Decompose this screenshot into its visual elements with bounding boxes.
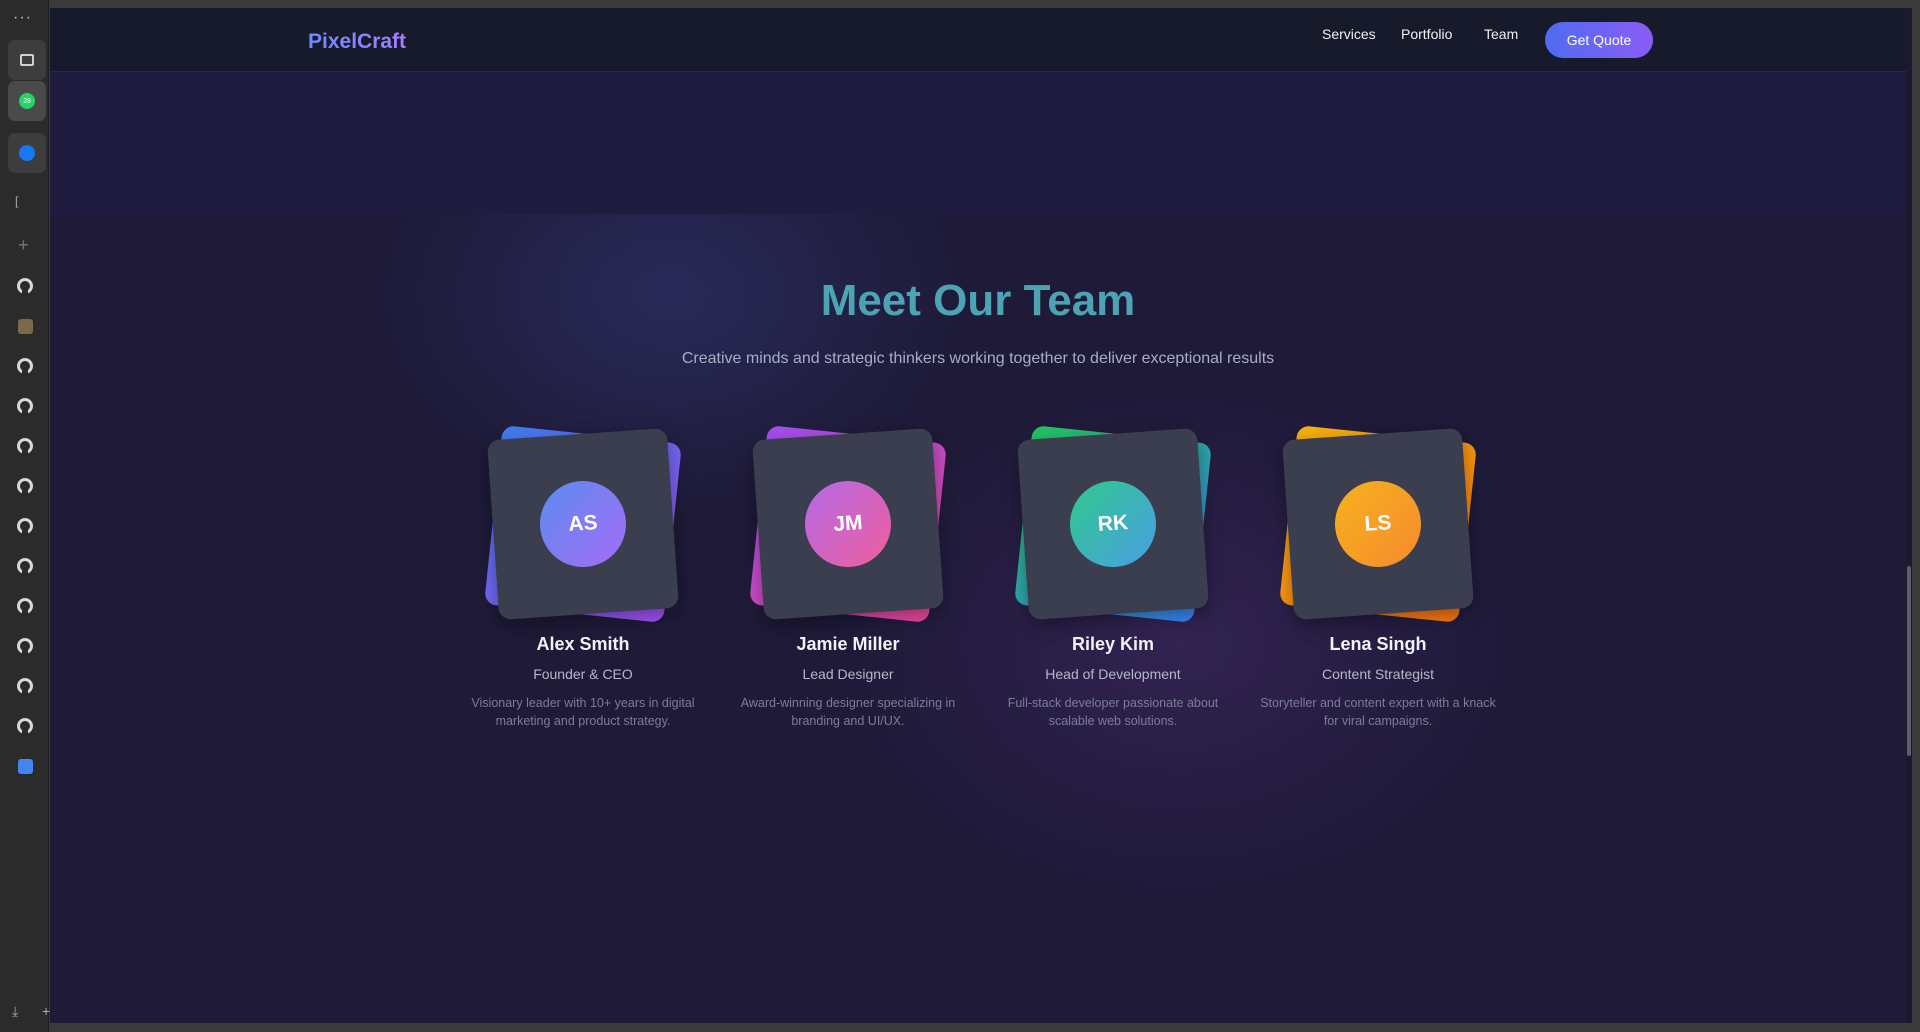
team-card: JM Jamie Miller Lead Designer Award-winn… xyxy=(728,425,968,754)
team-card: RK Riley Kim Head of Development Full-st… xyxy=(993,425,1233,754)
avatar: AS xyxy=(537,478,629,570)
browser-sidebar: ··· 28 [ + ⤓ + xyxy=(0,0,50,1032)
add-icon[interactable]: + xyxy=(42,1003,50,1019)
new-tab-icon[interactable]: + xyxy=(18,236,29,254)
member-bio: Full-stack developer passionate about sc… xyxy=(1007,696,1219,728)
web-viewport: PixelCraft Services Portfolio Team Get Q… xyxy=(50,8,1912,1023)
page-scrollbar[interactable] xyxy=(1906,8,1912,1023)
github-icon[interactable] xyxy=(16,397,34,415)
member-role: Lead Designer xyxy=(802,666,894,682)
github-icon[interactable] xyxy=(16,277,34,295)
avatar-tile: LS xyxy=(1279,425,1477,623)
avatar: JM xyxy=(802,478,894,570)
avatar-tile: AS xyxy=(484,425,682,623)
mail-icon xyxy=(20,54,34,66)
more-options-icon[interactable]: ··· xyxy=(13,10,32,26)
whatsapp-icon: 28 xyxy=(19,93,35,109)
get-quote-button[interactable]: Get Quote xyxy=(1545,22,1653,58)
github-icon[interactable] xyxy=(16,557,34,575)
pinned-tab-messenger[interactable] xyxy=(8,133,46,173)
member-bio: Storyteller and content expert with a kn… xyxy=(1260,696,1496,728)
github-icon[interactable] xyxy=(16,517,34,535)
docs-icon[interactable] xyxy=(16,757,34,775)
tile-front: AS xyxy=(486,427,680,621)
github-icon[interactable] xyxy=(16,597,34,615)
member-name: Lena Singh xyxy=(1329,634,1427,654)
github-icon[interactable] xyxy=(16,437,34,455)
tile-front: RK xyxy=(1016,427,1210,621)
team-card: LS Lena Singh Content Strategist Storyte… xyxy=(1258,425,1498,754)
member-name: Riley Kim xyxy=(1071,634,1155,654)
tile-front: LS xyxy=(1281,427,1475,621)
avatar-tile: JM xyxy=(749,425,947,623)
github-icon[interactable] xyxy=(16,357,34,375)
tile-front: JM xyxy=(751,427,945,621)
tab-group-marker: [ xyxy=(15,194,19,208)
previous-section xyxy=(50,72,1906,214)
site-logo[interactable]: PixelCraft xyxy=(308,30,406,54)
pinned-tab-whatsapp[interactable]: 28 xyxy=(8,81,46,121)
github-icon[interactable] xyxy=(16,637,34,655)
github-icon[interactable] xyxy=(16,477,34,495)
nav-link-services[interactable]: Services xyxy=(1322,26,1376,42)
pinned-tab-mail[interactable] xyxy=(8,40,46,80)
avatar: LS xyxy=(1332,478,1424,570)
messenger-icon xyxy=(19,145,35,161)
member-name: Jamie Miller xyxy=(796,634,900,654)
team-section: Meet Our Team Creative minds and strateg… xyxy=(50,214,1906,1023)
scrollbar-thumb[interactable] xyxy=(1907,566,1911,756)
member-bio: Visionary leader with 10+ years in digit… xyxy=(471,696,695,728)
avatar-tile: RK xyxy=(1014,425,1212,623)
member-name: Alex Smith xyxy=(536,634,630,654)
team-subtitle: Creative minds and strategic thinkers wo… xyxy=(681,350,1275,367)
team-card: AS Alex Smith Founder & CEO Visionary le… xyxy=(463,425,703,754)
download-icon[interactable]: ⤓ xyxy=(12,1003,18,1020)
team-title: Meet Our Team xyxy=(820,276,1136,325)
github-icon[interactable] xyxy=(16,717,34,735)
member-role: Founder & CEO xyxy=(533,666,633,682)
folder-tab-icon[interactable] xyxy=(16,317,34,335)
member-bio: Award-winning designer specializing in b… xyxy=(740,696,956,728)
member-role: Content Strategist xyxy=(1321,666,1435,682)
member-role: Head of Development xyxy=(1045,666,1181,682)
avatar: RK xyxy=(1067,478,1159,570)
nav-link-team[interactable]: Team xyxy=(1484,26,1518,42)
github-icon[interactable] xyxy=(16,677,34,695)
nav-link-portfolio[interactable]: Portfolio xyxy=(1401,26,1452,42)
site-navbar: PixelCraft Services Portfolio Team Get Q… xyxy=(50,8,1906,72)
